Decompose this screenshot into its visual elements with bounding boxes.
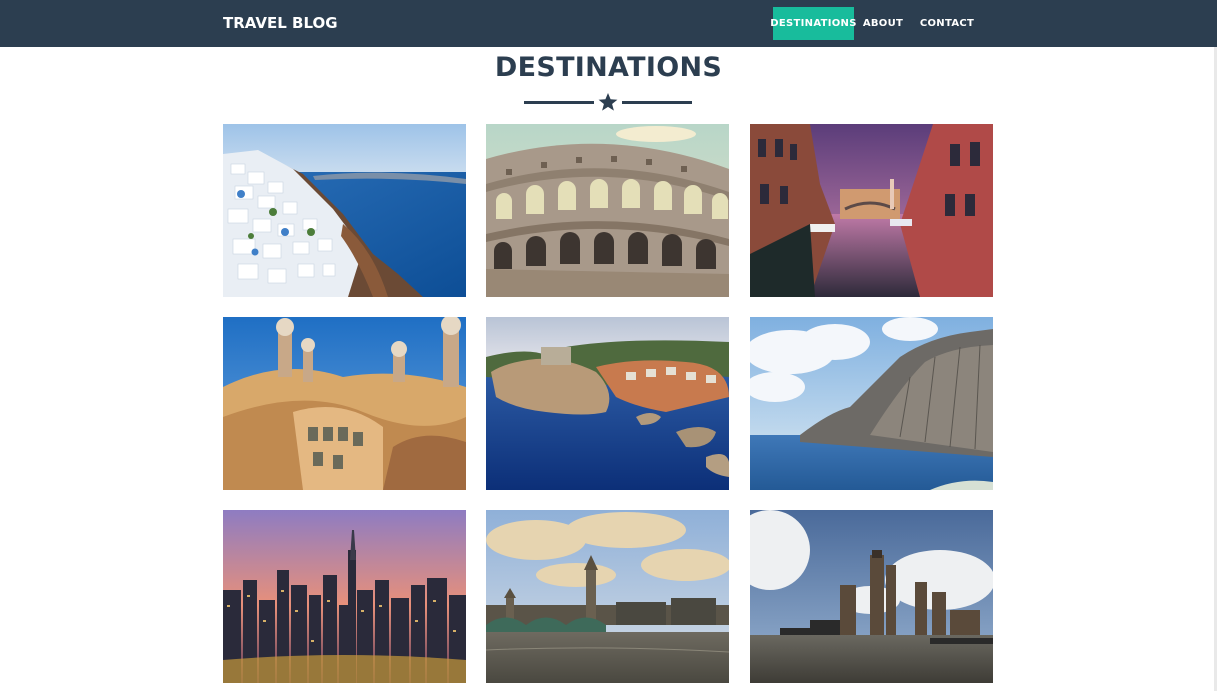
divider-line-right xyxy=(622,101,692,104)
nav-destinations[interactable]: DESTINATIONS xyxy=(770,7,856,40)
destination-tile-sea-cliffs[interactable] xyxy=(750,317,993,490)
title-divider xyxy=(524,92,692,112)
destination-tile-santorini[interactable] xyxy=(223,124,466,297)
destination-tile-london[interactable] xyxy=(486,510,729,683)
london-westminster-photo xyxy=(486,510,729,683)
sea-cliffs-photo xyxy=(750,317,993,490)
section-title: DESTINATIONS xyxy=(494,52,723,83)
santorini-photo xyxy=(223,124,466,297)
venice-canal-photo xyxy=(750,124,993,297)
dubai-marina-photo xyxy=(223,510,466,683)
nav-contact[interactable]: CONTACT xyxy=(912,7,982,40)
divider-line-left xyxy=(524,101,594,104)
navbar: TRAVEL BLOG DESTINATIONS ABOUT CONTACT xyxy=(0,0,1217,47)
dubrovnik-coast-photo xyxy=(486,317,729,490)
nav-about[interactable]: ABOUT xyxy=(854,7,912,40)
brand-logo[interactable]: TRAVEL BLOG xyxy=(223,14,338,32)
colosseum-photo xyxy=(486,124,729,297)
rotterdam-skyline-photo xyxy=(750,510,993,683)
star-icon xyxy=(598,93,618,111)
casa-mila-rooftop-photo xyxy=(223,317,466,490)
destination-tile-dubai[interactable] xyxy=(223,510,466,683)
destination-tile-rotterdam[interactable] xyxy=(750,510,993,683)
destination-tile-dubrovnik[interactable] xyxy=(486,317,729,490)
destination-tile-venice[interactable] xyxy=(750,124,993,297)
nav-menu: DESTINATIONS ABOUT CONTACT xyxy=(770,7,982,40)
destination-tile-casa-mila[interactable] xyxy=(223,317,466,490)
destination-tile-colosseum[interactable] xyxy=(486,124,729,297)
